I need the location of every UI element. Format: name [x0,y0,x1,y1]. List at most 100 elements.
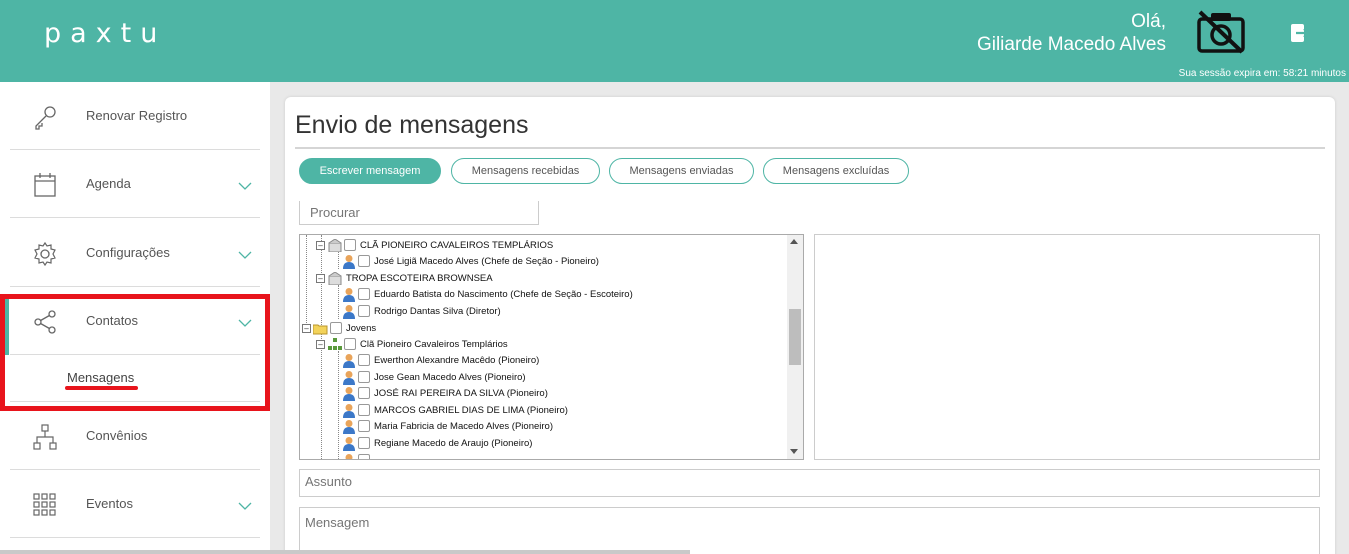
greeting-text: Olá, [1131,11,1166,32]
tree-node-group[interactable]: – Clã Pioneiro Cavaleiros Templários [314,337,794,353]
scroll-up-icon[interactable] [790,239,798,244]
logout-icon[interactable] [1288,22,1310,44]
tree-checkbox[interactable] [358,371,370,383]
selected-recipients-pane[interactable] [814,234,1320,460]
tree-checkbox[interactable] [330,322,342,334]
tab-mensagens-recebidas[interactable]: Mensagens recebidas [451,158,600,184]
tree-node-label: MARCOS GABRIEL DIAS DE LIMA (Pioneiro) [374,405,568,416]
chevron-down-icon [238,502,252,510]
tree-node-label: Jovens [346,323,377,334]
tab-mensagens-excluidas[interactable]: Mensagens excluídas [763,158,909,184]
sidebar: Renovar Registro Agenda Configurações Co… [0,82,270,554]
tree-checkbox[interactable] [358,288,370,300]
sidebar-item-convenios[interactable]: Convênios [10,402,260,470]
divider [295,147,1325,149]
scroll-thumb[interactable] [789,309,801,365]
horizontal-scrollbar[interactable] [0,550,690,554]
chevron-down-icon [238,182,252,190]
sidebar-item-renovar-registro[interactable]: Renovar Registro [10,82,260,150]
sidebar-item-contatos[interactable]: Contatos [10,287,260,355]
scroll-down-icon[interactable] [790,449,798,454]
key-icon [35,106,56,130]
sidebar-item-configuracoes[interactable]: Configurações [10,219,260,287]
tree-node-label: Clã Pioneiro Cavaleiros Templários [360,339,508,350]
person-icon [343,305,355,319]
sidebar-subitem-mensagens[interactable]: Mensagens [67,370,134,385]
person-icon [343,420,355,434]
calendar-icon [34,173,56,197]
tree-connector [306,235,307,327]
tree-checkbox[interactable] [358,437,370,449]
tree-node-person[interactable]: Jose Gean Macedo Alves (Pioneiro) [330,370,790,386]
tree-node-person[interactable]: MARCOS GABRIEL DIAS DE LIMA (Pioneiro) [330,403,790,419]
tree-node-person[interactable]: José Ligiã Macedo Alves (Chefe de Seção … [330,254,790,270]
message-textarea[interactable] [299,507,1320,554]
tree-checkbox[interactable] [358,454,370,459]
tree-node-label: TROPA ESCOTEIRA BROWNSEA [346,273,493,284]
subject-input[interactable] [299,469,1320,497]
page-title: Envio de mensagens [295,111,529,139]
tree-node-folder[interactable]: – Jovens [300,321,780,337]
tree-node-label: Eduardo Batista do Nascimento (Chefe de … [374,289,633,300]
person-icon [343,255,355,269]
tree-node-person[interactable]: Ewerthon Alexandre Macêdo (Pioneiro) [330,353,790,369]
user-name: Giliarde Macedo Alves [976,34,1166,55]
tree-node-label: José Ligiã Macedo Alves (Chefe de Seção … [374,256,599,267]
sidebar-item-label: Eventos [86,496,133,511]
tree-node-group[interactable]: – CLÃ PIONEIRO CAVALEIROS TEMPLÁRIOS [314,238,794,254]
tree-node-person[interactable]: JOSÉ RAI PEREIRA DA SILVA (Pioneiro) [330,386,790,402]
contact-tree[interactable]: – CLÃ PIONEIRO CAVALEIROS TEMPLÁRIOS Jos… [299,234,804,460]
sidebar-item-eventos[interactable]: Eventos [10,470,260,538]
tree-node-label: Jose Gean Macedo Alves (Pioneiro) [374,372,526,383]
person-icon [343,437,355,451]
sidebar-item-label: Agenda [86,176,131,191]
tree-node-label: JOSÉ RAI PEREIRA DA SILVA (Pioneiro) [374,388,548,399]
tree-node-group[interactable]: – TROPA ESCOTEIRA BROWNSEA [314,271,794,287]
tree-node-label: CLÃ PIONEIRO CAVALEIROS TEMPLÁRIOS [360,240,554,251]
tree-checkbox[interactable] [358,387,370,399]
tree-node-person[interactable] [330,453,790,459]
tree-node-person[interactable]: Maria Fabricia de Macedo Alves (Pioneiro… [330,419,790,435]
chevron-down-icon [238,319,252,327]
person-icon [343,354,355,368]
tree-node-person[interactable]: Regiane Macedo de Araujo (Pioneiro) [330,436,790,452]
tree-checkbox[interactable] [358,255,370,267]
chevron-down-icon [238,251,252,259]
folder-icon [313,324,328,335]
collapse-icon[interactable]: – [302,324,311,333]
sidebar-item-label: Configurações [86,245,170,260]
hierarchy-icon [328,338,342,350]
tree-node-label: Maria Fabricia de Macedo Alves (Pioneiro… [374,421,553,432]
collapse-icon[interactable]: – [316,241,325,250]
sidebar-item-label: Convênios [86,428,148,443]
tree-scrollbar[interactable] [787,235,803,459]
gear-icon [34,241,56,267]
tree-node-label: Regiane Macedo de Araujo (Pioneiro) [374,438,533,449]
tree-node-label: Rodrigo Dantas Silva (Diretor) [374,306,501,317]
person-icon [343,404,355,418]
tree-checkbox[interactable] [344,338,356,350]
collapse-icon[interactable]: – [316,274,325,283]
main-card: Envio de mensagens Escrever mensagem Men… [285,97,1335,554]
sidebar-item-label: Renovar Registro [86,108,188,123]
person-icon [343,387,355,401]
session-expiry: Sua sessão expira em: 58:21 minutos [1178,68,1346,79]
person-icon [343,288,355,302]
tree-checkbox[interactable] [358,354,370,366]
tab-mensagens-enviadas[interactable]: Mensagens enviadas [609,158,754,184]
tree-checkbox[interactable] [358,305,370,317]
app-logo[interactable]: paxtu [44,18,166,49]
building-icon [328,272,342,285]
tree-checkbox[interactable] [358,404,370,416]
tab-escrever-mensagem[interactable]: Escrever mensagem [299,158,441,184]
tree-node-person[interactable]: Rodrigo Dantas Silva (Diretor) [330,304,790,320]
active-indicator [0,295,9,355]
no-photo-icon[interactable] [1196,10,1246,54]
tree-checkbox[interactable] [344,239,356,251]
search-input[interactable] [299,201,539,225]
collapse-icon[interactable]: – [316,340,325,349]
top-header: paxtu Olá, Giliarde Macedo Alves Sua ses… [0,0,1349,82]
sidebar-item-agenda[interactable]: Agenda [10,150,260,218]
tree-node-person[interactable]: Eduardo Batista do Nascimento (Chefe de … [330,287,790,303]
tree-checkbox[interactable] [358,420,370,432]
